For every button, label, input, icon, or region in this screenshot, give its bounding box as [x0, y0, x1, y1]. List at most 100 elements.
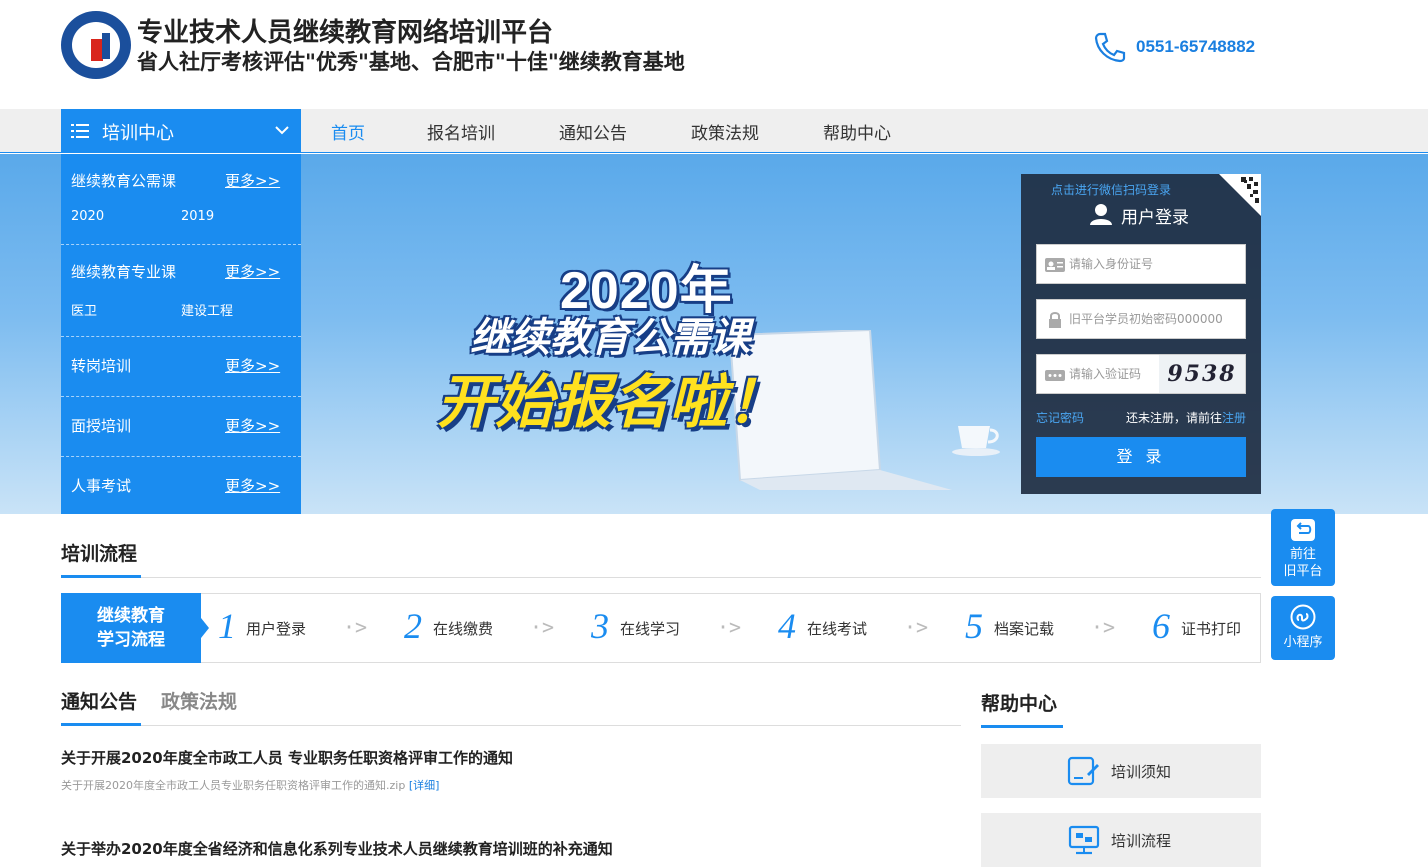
step-number: 6 — [1152, 606, 1170, 646]
id-number-field — [1036, 244, 1246, 284]
captcha-icon — [1045, 370, 1065, 381]
sidebar-more-link[interactable]: 更多>> — [225, 355, 280, 376]
register-hint: 还未注册，请前往注册 — [1126, 409, 1246, 426]
tab-notices[interactable]: 通知公告 — [61, 687, 137, 714]
notices-divider — [61, 725, 961, 726]
old-platform-button[interactable]: 前往 旧平台 — [1271, 509, 1335, 586]
step-label: 在线考试 — [807, 620, 868, 638]
captcha-field: 9538 — [1036, 354, 1246, 394]
step-label: 用户登录 — [246, 620, 307, 638]
notice-attachment-name[interactable]: 关于开展2020年度全市政工人员专业职务任职资格评审工作的通知.zip — [61, 779, 405, 792]
sidebar-section-title[interactable]: 转岗培训 — [71, 355, 131, 376]
register-prefix: 还未注册，请前往 — [1126, 411, 1223, 425]
step-label: 在线学习 — [620, 620, 681, 638]
sidebar-section-face-to-face: 面授培训 更多>> — [61, 397, 301, 457]
step-number: 5 — [965, 606, 983, 646]
nav-notices[interactable]: 通知公告 — [559, 119, 627, 144]
sidebar-section-title[interactable]: 面授培训 — [71, 415, 131, 436]
notice-attachment: 关于开展2020年度全市政工人员专业职务任职资格评审工作的通知.zip [详细] — [61, 777, 439, 793]
process-title: 培训流程 — [61, 543, 138, 565]
nav-register-training[interactable]: 报名培训 — [427, 119, 495, 144]
old-platform-line1: 前往 — [1289, 547, 1316, 562]
site-subtitle: 省人社厅考核评估"优秀"基地、合肥市"十佳"继续教育基地 — [137, 50, 685, 74]
qr-code-icon[interactable] — [1219, 174, 1261, 216]
help-title-underline — [981, 725, 1063, 728]
sidebar-more-link[interactable]: 更多>> — [225, 170, 280, 191]
captcha-image[interactable]: 9538 — [1159, 355, 1245, 393]
id-number-input[interactable] — [1069, 245, 1239, 283]
notice-title[interactable]: 关于举办2020年度全省经济和信息化系列专业技术人员继续教育培训班的补充通知 — [61, 838, 613, 859]
training-center-dropdown[interactable]: 培训中心 — [61, 109, 301, 153]
chevron-down-icon — [275, 126, 289, 135]
sidebar-more-link[interactable]: 更多>> — [225, 475, 280, 496]
nav-home[interactable]: 首页 — [331, 119, 365, 144]
sidebar-sub-2020[interactable]: 2020 — [71, 209, 104, 224]
tab-active-underline — [61, 723, 141, 726]
nav-policies[interactable]: 政策法规 — [691, 119, 759, 144]
sidebar-sub-construction[interactable]: 建设工程 — [181, 300, 233, 319]
step-number: 1 — [218, 606, 236, 646]
mini-program-icon — [1290, 604, 1316, 630]
site-title: 专业技术人员继续教育网络培训平台 — [137, 18, 554, 48]
sidebar-sub-medical[interactable]: 医卫 — [71, 300, 97, 319]
training-sidebar: 继续教育公需课 更多>> 2020 2019 继续教育专业课 更多>> 医卫 建… — [61, 154, 301, 514]
process-divider — [61, 577, 1261, 578]
help-item-label: 培训流程 — [1111, 832, 1172, 850]
password-input[interactable] — [1069, 300, 1239, 338]
menu-icon — [71, 124, 89, 138]
old-platform-line2: 旧平台 — [1283, 564, 1323, 579]
step-number: 4 — [778, 606, 796, 646]
sidebar-section-title[interactable]: 继续教育公需课 — [71, 170, 176, 191]
user-icon — [1090, 204, 1112, 225]
captcha-input[interactable] — [1069, 355, 1159, 393]
process-head: 继续教育 学习流程 — [61, 593, 201, 663]
password-field — [1036, 299, 1246, 339]
step-label: 档案记载 — [994, 620, 1055, 638]
sidebar-section-job-transfer: 转岗培训 更多>> — [61, 337, 301, 397]
sidebar-more-link[interactable]: 更多>> — [225, 261, 280, 282]
step-arrow-icon: ·> — [904, 615, 929, 639]
wechat-login-link[interactable]: 点击进行微信扫码登录 — [1051, 181, 1171, 198]
nav-help[interactable]: 帮助中心 — [823, 119, 891, 144]
step-number: 2 — [404, 606, 422, 646]
help-item-training-notice[interactable]: 培训须知 — [981, 744, 1261, 798]
process-head-arrow — [201, 618, 209, 638]
sidebar-sub-2019[interactable]: 2019 — [181, 209, 214, 224]
register-link[interactable]: 注册 — [1222, 411, 1246, 425]
login-button[interactable]: 登 录 — [1036, 437, 1246, 477]
cup-illustration — [952, 426, 1000, 456]
step-arrow-icon: ·> — [343, 615, 368, 639]
forgot-password-link[interactable]: 忘记密码 — [1036, 409, 1084, 426]
mini-program-button[interactable]: 小程序 — [1271, 596, 1335, 660]
process-head-line1: 继续教育 — [97, 606, 165, 626]
sidebar-more-link[interactable]: 更多>> — [225, 415, 280, 436]
process-title-underline — [61, 575, 141, 578]
banner-headline: 开始报名啦！ — [437, 368, 786, 436]
lock-icon — [1049, 312, 1061, 328]
phone-number: 0551-65748882 — [1136, 37, 1256, 56]
sidebar-section-title[interactable]: 人事考试 — [71, 475, 131, 496]
notice-detail-link[interactable]: [详细] — [409, 779, 440, 792]
presentation-icon — [1068, 825, 1100, 855]
mini-program-label: 小程序 — [1283, 635, 1323, 650]
step-arrow-icon: ·> — [1091, 615, 1116, 639]
notice-title[interactable]: 关于开展2020年度全市政工人员 专业职务任职资格评审工作的通知 — [61, 747, 513, 768]
step-label: 在线缴费 — [433, 620, 494, 638]
sidebar-section-title[interactable]: 继续教育专业课 — [71, 261, 176, 282]
process-head-line2: 学习流程 — [97, 630, 165, 650]
sidebar-section-public-course: 继续教育公需课 更多>> 2020 2019 — [61, 154, 301, 245]
login-title: 用户登录 — [1121, 208, 1189, 228]
phone-icon — [1094, 32, 1126, 63]
site-logo[interactable] — [61, 11, 131, 79]
help-item-label: 培训须知 — [1111, 763, 1172, 781]
id-card-icon — [1045, 258, 1065, 272]
step-number: 3 — [591, 606, 609, 646]
notebook-icon — [1067, 756, 1099, 786]
step-label: 证书打印 — [1181, 620, 1242, 638]
return-icon — [1291, 519, 1315, 541]
help-center-title: 帮助中心 — [981, 693, 1058, 715]
tab-policies[interactable]: 政策法规 — [161, 687, 237, 714]
sidebar-section-personnel-exam: 人事考试 更多>> — [61, 457, 301, 514]
step-arrow-icon: ·> — [530, 615, 555, 639]
sidebar-section-professional-course: 继续教育专业课 更多>> 医卫 建设工程 — [61, 245, 301, 337]
